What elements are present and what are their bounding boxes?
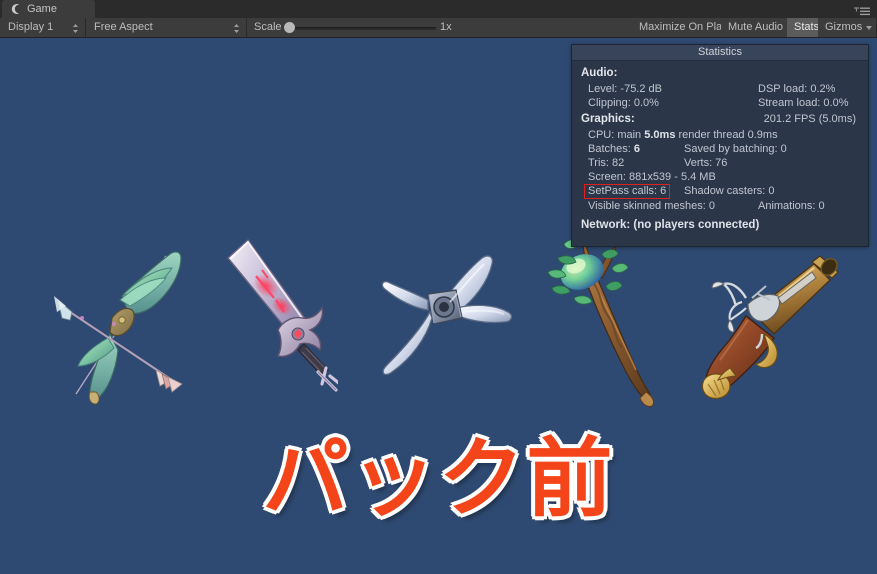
graphics-visible-skinned-meshes: Visible skinned meshes: 0: [588, 200, 715, 212]
sprite-four-blade-shuriken: [370, 242, 515, 387]
statistics-panel: Statistics Audio: Level: -75.2 dB DSP lo…: [571, 44, 869, 247]
audio-heading: Audio:: [581, 67, 618, 79]
chevron-updown-icon: [72, 22, 79, 33]
display-dropdown-label: Display 1: [8, 21, 54, 33]
audio-level: Level: -75.2 dB: [588, 83, 662, 95]
tab-menu-icon[interactable]: [851, 4, 871, 16]
graphics-screen: Screen: 881x539 - 5.4 MB: [588, 171, 716, 183]
graphics-batches-row: Batches: 6 Saved by batching: 0: [572, 142, 868, 156]
batches-label: Batches:: [588, 143, 634, 155]
sprite-nature-staff: [540, 236, 665, 416]
cpu-main-value: 5.0ms: [644, 129, 676, 141]
graphics-shadow-casters: Shadow casters: 0: [684, 185, 775, 197]
graphics-heading: Graphics:: [581, 113, 635, 125]
sprite-winged-bow-and-arrow: [48, 234, 208, 414]
scale-label: Scale: [254, 21, 282, 33]
tab-game[interactable]: Game: [2, 0, 95, 18]
audio-clipping-row: Clipping: 0.0% Stream load: 0.0%: [572, 96, 868, 110]
cpu-suffix: render thread 0.9ms: [675, 129, 778, 141]
aspect-dropdown-label: Free Aspect: [94, 21, 153, 33]
scale-slider-knob[interactable]: [284, 22, 295, 33]
graphics-setpass-calls: SetPass calls: 6: [584, 184, 671, 199]
graphics-batches: Batches: 6: [588, 142, 684, 156]
graphics-skinned-row: Visible skinned meshes: 0 Animations: 0: [572, 199, 868, 213]
stats-label: Stats: [794, 21, 820, 33]
chevron-updown-icon: [233, 22, 240, 33]
tab-game-label: Game: [27, 3, 57, 15]
graphics-fps: 201.2 FPS (5.0ms): [763, 113, 856, 125]
gizmos-dropdown-arrow[interactable]: [862, 18, 877, 37]
tab-strip: Game: [0, 0, 877, 19]
batches-value: 6: [633, 143, 640, 155]
graphics-heading-row: Graphics: 201.2 FPS (5.0ms): [572, 113, 868, 125]
gizmos-label: Gizmos: [825, 21, 863, 33]
game-view-toolbar: Display 1 Free Aspect Scale 1x Maximize: [0, 18, 877, 38]
scale-value: 1x: [440, 21, 452, 33]
mute-audio-button[interactable]: Mute Audio: [721, 18, 792, 37]
statistics-body: Audio: Level: -75.2 dB DSP load: 0.2% Cl…: [572, 61, 868, 231]
cpu-prefix: CPU: main: [588, 129, 645, 141]
sprite-flintlock-pistol: [690, 254, 845, 404]
audio-level-row: Level: -75.2 dB DSP load: 0.2%: [572, 82, 868, 96]
unity-editor-window: Game Display 1 Free Aspect Scale 1x Maxi…: [0, 0, 877, 574]
graphics-cpu-line: CPU: main 5.0ms render thread 0.9ms: [572, 128, 868, 142]
aspect-dropdown[interactable]: Free Aspect: [86, 18, 247, 37]
network-heading: Network: (no players connected): [581, 219, 760, 231]
graphics-setpass-row: SetPass calls: 6 Shadow casters: 0: [572, 184, 868, 199]
sprite-broadsword: [218, 234, 338, 414]
audio-dsp-load: DSP load: 0.2%: [758, 83, 836, 95]
statistics-title: Statistics: [572, 45, 868, 61]
game-caption-text: パック前: [262, 429, 615, 529]
graphics-setpass-calls-wrap: SetPass calls: 6: [584, 184, 684, 199]
graphics-saved-by-batching: Saved by batching: 0: [684, 143, 787, 155]
display-dropdown[interactable]: Display 1: [0, 18, 86, 37]
scale-slider-track[interactable]: [288, 27, 436, 30]
graphics-tris: Tris: 82: [588, 157, 625, 169]
mute-audio-label: Mute Audio: [728, 21, 784, 33]
unity-game-icon: [10, 3, 22, 15]
maximize-on-play-label: Maximize On Play: [639, 21, 728, 33]
audio-clipping: Clipping: 0.0%: [588, 97, 659, 109]
graphics-animations: Animations: 0: [758, 200, 825, 212]
graphics-verts: Verts: 76: [684, 157, 728, 169]
graphics-tris-row: Tris: 82 Verts: 76: [572, 156, 868, 170]
audio-stream-load: Stream load: 0.0%: [758, 97, 849, 109]
